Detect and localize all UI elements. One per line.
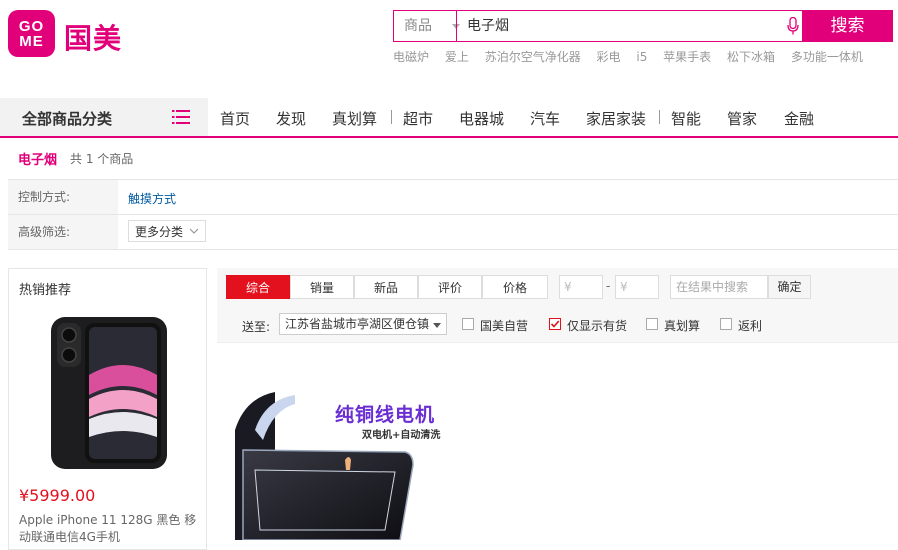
product-name-link[interactable]: Apple iPhone 11 128G 黑色 移动联通电信4G手机	[19, 512, 199, 546]
checkbox-label: 仅显示有货	[567, 319, 628, 333]
hot-recommend-title: 热销推荐	[19, 283, 72, 298]
result-count: 共 1 个商品	[70, 152, 134, 166]
nav-item-smart[interactable]: 智能	[671, 108, 701, 129]
list-menu-icon	[172, 110, 190, 124]
sort-tab-reviews[interactable]: 评价	[418, 275, 482, 299]
gome-logo[interactable]: GO ME	[8, 10, 55, 57]
filter-label: 高级筛选:	[8, 215, 118, 249]
checkbox-label: 返利	[738, 319, 763, 333]
nav-divider	[391, 110, 392, 124]
check-icon	[550, 320, 560, 328]
hotword-link[interactable]: 爱上	[445, 50, 469, 64]
search-category-label: 商品	[404, 18, 432, 34]
deliver-location-select[interactable]: 江苏省盐城市亭湖区便仓镇	[279, 313, 447, 335]
nav-item-auto[interactable]: 汽车	[530, 108, 560, 129]
nav-item-home-furnishing[interactable]: 家居家装	[586, 108, 646, 129]
nav-item-appliances[interactable]: 电器城	[459, 108, 504, 129]
checkbox-label: 国美自营	[480, 319, 529, 333]
nav-item-finance[interactable]: 金融	[784, 108, 814, 129]
hotword-link[interactable]: 电磁炉	[393, 50, 429, 64]
promo-subtitle: 双电机+自动清洗	[362, 430, 441, 441]
nav-item-butler[interactable]: 管家	[727, 108, 757, 129]
filter-row-control: 控制方式: 触摸方式	[8, 179, 898, 214]
hotword-link[interactable]: 苏泊尔空气净化器	[485, 50, 581, 64]
nav-item-home[interactable]: 首页	[220, 108, 250, 129]
sort-tab-new[interactable]: 新品	[354, 275, 418, 299]
search-within-input[interactable]: 在结果中搜索	[670, 275, 768, 299]
checkbox-label: 真划算	[664, 319, 701, 333]
phone-product-image[interactable]	[49, 315, 169, 471]
logo-text[interactable]: 国美	[64, 17, 122, 57]
filter-label: 控制方式:	[8, 180, 118, 214]
hotword-link[interactable]: 彩电	[597, 50, 621, 64]
hotword-link[interactable]: 苹果手表	[663, 50, 711, 64]
logo-line1: GO	[18, 17, 45, 35]
nav-item-deals[interactable]: 真划算	[332, 108, 377, 129]
chevron-down-icon	[433, 323, 441, 328]
promo-title: 纯铜线电机	[335, 404, 436, 426]
confirm-button[interactable]: 确定	[768, 275, 811, 299]
nav-divider	[659, 110, 660, 124]
product-price: ¥5999.00	[19, 486, 96, 505]
search-input[interactable]: 电子烟	[456, 10, 813, 42]
nav-item-discover[interactable]: 发现	[276, 108, 306, 129]
filter-option-touch[interactable]: 触摸方式	[128, 190, 176, 207]
chevron-down-icon	[189, 228, 199, 234]
hotword-link[interactable]: 松下冰箱	[727, 50, 775, 64]
all-categories-menu[interactable]: 全部商品分类	[0, 98, 208, 136]
hot-recommend-panel: 热销推荐 ¥5999.00 Apple iPhone 11 128G 黑色 移动…	[8, 268, 207, 550]
sort-tab-sales[interactable]: 销量	[290, 275, 354, 299]
search-bar: 商品 电子烟 搜索	[393, 10, 893, 42]
more-categories-label: 更多分类	[135, 225, 184, 239]
search-button[interactable]: 搜索	[802, 10, 893, 42]
sort-tab-price[interactable]: 价格	[482, 275, 548, 299]
search-keyword: 电子烟	[18, 153, 58, 168]
deals-checkbox[interactable]	[646, 318, 658, 330]
deliver-to-label: 送至:	[242, 320, 271, 334]
gome-self-checkbox[interactable]	[462, 318, 474, 330]
filter-row-advanced: 高级筛选: 更多分类	[8, 214, 898, 250]
price-max-input[interactable]: ¥	[615, 275, 659, 299]
price-min-input[interactable]: ¥	[559, 275, 603, 299]
in-stock-checkbox[interactable]	[549, 318, 561, 330]
main-nav: 全部商品分类 首页 发现 真划算 超市 电器城 汽车 家居家装 智能 管家 金融	[0, 98, 898, 138]
microphone-icon[interactable]	[787, 17, 799, 35]
sort-tab-default[interactable]: 综合	[226, 275, 290, 299]
price-range-dash: -	[606, 279, 611, 293]
nav-links: 首页 发现 真划算 超市 电器城 汽车 家居家装 智能 管家 金融	[208, 98, 898, 136]
rebate-checkbox[interactable]	[720, 318, 732, 330]
all-categories-label: 全部商品分类	[22, 110, 113, 128]
deliver-location-value: 江苏省盐城市亭湖区便仓镇	[285, 317, 430, 331]
more-categories-button[interactable]: 更多分类	[128, 220, 206, 242]
hotword-link[interactable]: 多功能一体机	[791, 50, 863, 64]
hotword-link[interactable]: i5	[636, 50, 647, 64]
hot-search-words: 电磁炉 爱上 苏泊尔空气净化器 彩电 i5 苹果手表 松下冰箱 多功能一体机	[393, 48, 875, 65]
sort-toolbar: 综合 销量 新品 评价 价格 ¥ - ¥ 在结果中搜索 确定 送至: 江苏省盐城…	[217, 268, 898, 343]
logo-line2: ME	[19, 32, 44, 50]
nav-item-supermarket[interactable]: 超市	[403, 108, 433, 129]
